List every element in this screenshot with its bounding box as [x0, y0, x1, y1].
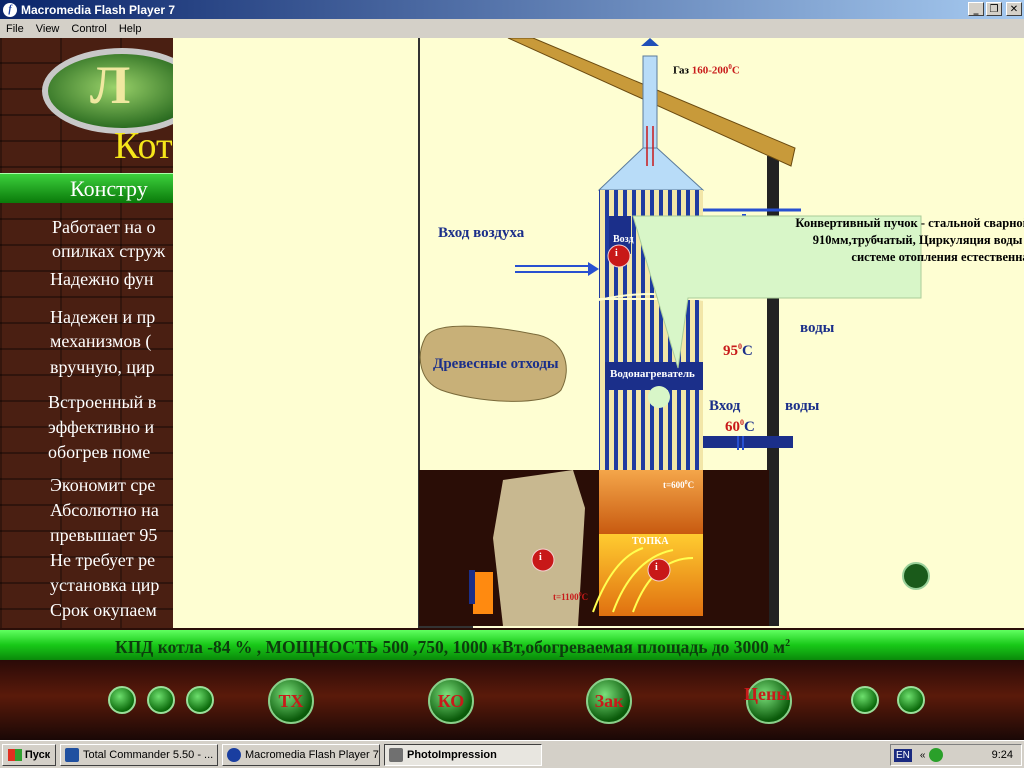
nav-zak-button[interactable]: Зак	[586, 678, 632, 724]
nav-button-1[interactable]	[108, 686, 136, 714]
gas-temp: 160-200	[691, 64, 729, 77]
start-button[interactable]: Пуск	[2, 743, 56, 766]
page-title: Кот	[114, 125, 173, 167]
close-button[interactable]: ✕	[1006, 2, 1022, 16]
task-label: Total Commander 5.50 - ...	[83, 748, 214, 761]
title-bar[interactable]: f Macromedia Flash Player 7 _ ❐ ✕	[0, 0, 1024, 19]
clock: 9:24	[991, 749, 1013, 761]
temp-95-value: 95	[723, 343, 738, 359]
logo-letter: Л	[90, 55, 131, 115]
nav-tx-button[interactable]: ТХ	[268, 678, 314, 724]
menu-control[interactable]: Control	[65, 23, 112, 35]
temp-60-unit: С	[744, 419, 755, 435]
task-flash-player[interactable]: Macromedia Flash Player 7	[222, 743, 380, 766]
diagram-panel: Газ 160-2000С Конвертивный пучок - сталь…	[173, 38, 1024, 628]
section-banner: Констру	[0, 173, 176, 203]
firebox-label: ТОПКА	[632, 536, 669, 547]
nav-ko-button[interactable]: КО	[428, 678, 474, 724]
info-label-2: i	[539, 552, 542, 563]
temp-95: 950С	[723, 342, 753, 360]
info-label-3: i	[655, 562, 658, 573]
temp-95-unit: С	[742, 343, 753, 359]
boiler-diagram	[418, 38, 930, 628]
desc-line: Надежно фун	[50, 269, 154, 289]
task-label: Macromedia Flash Player 7	[245, 748, 379, 761]
temp-1100: t=11000С	[553, 592, 588, 602]
info-icon-2[interactable]	[531, 548, 555, 572]
flash-icon	[227, 747, 241, 762]
desc-line: Экономит сре	[50, 475, 156, 495]
window-title: Macromedia Flash Player 7	[21, 2, 176, 17]
nav-button-2[interactable]	[147, 686, 175, 714]
specs-text: КПД котла -84 % , МОЩНОСТЬ 500 ,750, 100…	[115, 637, 790, 658]
total-commander-icon	[65, 747, 79, 762]
temp-60: 600С	[725, 418, 755, 436]
temp-1100-unit: С	[581, 592, 589, 602]
flash-stage: Л Кот Констру Работает на о опилках стру…	[0, 38, 1024, 740]
gas-unit: С	[731, 64, 740, 77]
temp-600: t=6000С	[663, 480, 694, 490]
desc-line: Срок окупаем	[50, 600, 157, 620]
specs-sup: 2	[785, 638, 791, 650]
tray-arrows-icon[interactable]: «	[920, 750, 926, 761]
temp-60-value: 60	[725, 419, 740, 435]
tray-app-icon[interactable]	[929, 748, 944, 762]
desc-line: превышает 95	[50, 525, 158, 545]
desc-line: опилках струж	[52, 241, 166, 261]
nav-button-3[interactable]	[186, 686, 214, 714]
heater-label: Водонагреватель	[610, 368, 695, 380]
desc-line: механизмов (	[50, 331, 152, 351]
language-indicator[interactable]: EN	[894, 748, 912, 762]
info-label-1: i	[615, 248, 618, 259]
desc-line: эффективно и	[48, 417, 155, 437]
temp-1100-value: t=1100	[553, 592, 579, 602]
menu-file[interactable]: File	[0, 23, 30, 35]
task-total-commander[interactable]: Total Commander 5.50 - ...	[60, 743, 218, 766]
callout-text: Конвертивный пучок - стальной сварной ди…	[795, 216, 1024, 264]
waste-label: Древесные отходы	[433, 356, 559, 372]
photoimpression-icon	[389, 747, 403, 762]
flash-app-icon: f	[3, 2, 17, 17]
minimize-button[interactable]: _	[968, 2, 984, 16]
windows-logo-icon	[7, 748, 22, 761]
window-controls: _ ❐ ✕	[968, 2, 1022, 16]
temp-600-unit: С	[687, 480, 695, 490]
info-icon-3[interactable]	[647, 558, 671, 582]
start-label: Пуск	[24, 748, 51, 761]
desc-line: установка цир	[50, 575, 160, 595]
temp-600-value: t=600	[663, 480, 685, 490]
air-inlet-label: Вход воздуха	[438, 225, 525, 241]
desc-line: обогрев поме	[48, 442, 151, 462]
menu-bar: File View Control Help	[0, 19, 1024, 38]
desc-line: вручную, цир	[50, 357, 155, 377]
prices-label: Цены	[744, 684, 791, 704]
maximize-button[interactable]: ❐	[986, 2, 1002, 16]
task-label: PhotoImpression	[407, 748, 497, 761]
menu-view[interactable]: View	[30, 23, 66, 35]
specs-text-main: КПД котла -84 % , МОЩНОСТЬ 500 ,750, 100…	[115, 637, 786, 657]
section-banner-label: Констру	[70, 176, 148, 201]
nav-back-button[interactable]	[851, 686, 879, 714]
air-box-label: Возд	[613, 234, 634, 245]
water-in-label: Вход	[709, 398, 741, 414]
system-tray: EN « 9:24	[890, 744, 1022, 766]
water-out-label: воды	[800, 320, 835, 336]
gas-label-text: Газ	[673, 64, 689, 77]
desc-line: Абсолютно на	[50, 500, 159, 520]
desc-line: Работает на о	[52, 217, 156, 237]
menu-help[interactable]: Help	[113, 23, 148, 35]
desc-line: Встроенный в	[48, 392, 157, 412]
info-icon-1[interactable]	[607, 244, 631, 268]
gas-label: Газ 160-2000С	[673, 63, 740, 77]
taskbar: Пуск Total Commander 5.50 - ... Macromed…	[0, 740, 1024, 768]
water-in-label-2: воды	[785, 398, 820, 414]
desc-line: Надежен и пр	[50, 307, 156, 327]
task-photoimpression[interactable]: PhotoImpression	[384, 743, 542, 766]
desc-line: Не требует ре	[50, 550, 156, 570]
nav-forward-button[interactable]	[897, 686, 925, 714]
